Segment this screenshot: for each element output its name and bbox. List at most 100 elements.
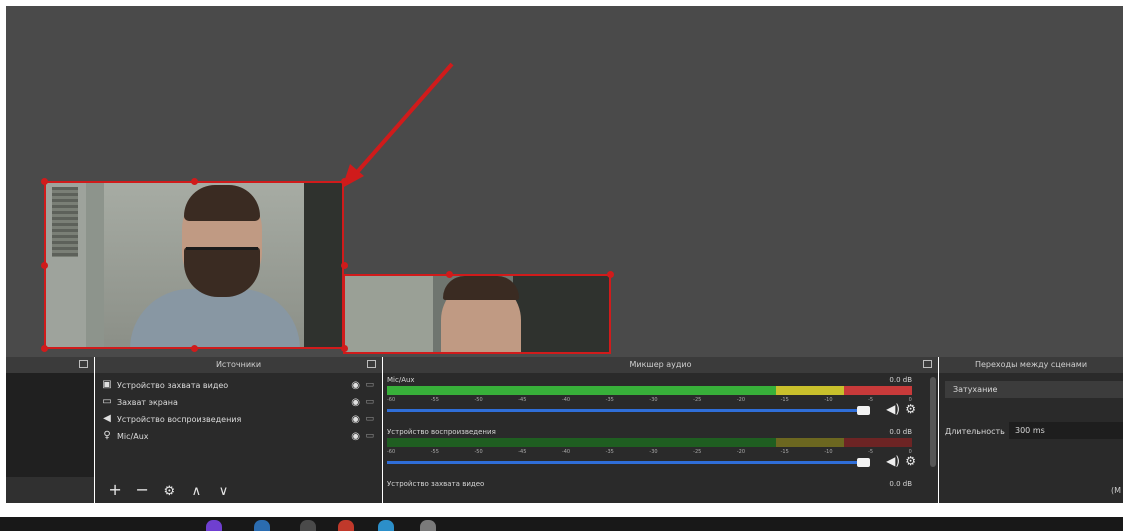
meter-tick-label: -55 [430, 449, 439, 455]
meter-tick-label: -15 [780, 449, 789, 455]
lock-icon[interactable]: ▭ [365, 394, 374, 411]
meter-tick-label: -60 [387, 397, 396, 403]
scenes-dock [6, 357, 94, 503]
eye-icon[interactable]: ◉ [351, 411, 360, 428]
resize-handle[interactable] [41, 345, 48, 352]
sources-title: Источники [215, 360, 262, 369]
mixer-channel-playback: Устройство воспроизведения 0.0 dB -60 -55… [387, 428, 916, 468]
speaker-icon: ◀ [103, 413, 111, 424]
eye-icon[interactable]: ◉ [351, 428, 360, 445]
meter-tick-label: -60 [387, 449, 396, 455]
meter-tick-label: -30 [649, 449, 658, 455]
gear-icon[interactable]: ⚙ [905, 402, 916, 416]
meter-tick-label: -50 [474, 397, 483, 403]
undock-icon[interactable] [923, 360, 932, 368]
resize-handle[interactable] [341, 178, 348, 185]
resize-handle[interactable] [341, 262, 348, 269]
sources-toolbar: + − ⚙ ∧ ∨ [95, 477, 382, 503]
undock-icon[interactable] [79, 360, 88, 368]
volume-meter [387, 438, 912, 447]
resize-handle[interactable] [446, 271, 453, 278]
preview-canvas[interactable] [6, 6, 1123, 357]
microphone-icon: ♀ [103, 430, 111, 441]
app-icon[interactable] [378, 520, 394, 531]
lock-icon[interactable]: ▭ [365, 377, 374, 394]
source-item-video-capture[interactable]: ▣ Устройство захвата видео ◉ ▭ [95, 377, 382, 394]
transitions-dock-title: Переходы между сценами [939, 357, 1123, 373]
scenes-dock-header [6, 357, 94, 373]
meter-tick-label: -35 [605, 449, 614, 455]
lock-icon[interactable]: ▭ [365, 428, 374, 445]
resize-handle[interactable] [191, 178, 198, 185]
mixer-dock-title: Микшер аудио [383, 357, 938, 373]
source-properties-button[interactable]: ⚙ [158, 479, 180, 505]
gear-icon[interactable]: ⚙ [905, 454, 916, 468]
resize-handle[interactable] [41, 178, 48, 185]
resize-handle[interactable] [191, 345, 198, 352]
move-down-button[interactable]: ∨ [212, 479, 234, 505]
meter-tick-label: -40 [561, 397, 571, 403]
sources-dock: Источники ▣ Устройство захвата видео ◉ ▭… [95, 357, 382, 503]
source-item-playback-device[interactable]: ◀ Устройство воспроизведения ◉ ▭ [95, 411, 382, 428]
meter-tick-label: -20 [736, 397, 746, 403]
monitor-icon: ▭ [102, 396, 112, 407]
mixer-channel-mic: Mic/Aux 0.0 dB -60 -55 -50 -45 -40 -35 -30 -25-… [387, 376, 916, 416]
meter-tick-label: -25 [693, 449, 702, 455]
audio-mixer-dock: Микшер аудио Mic/Aux 0.0 dB -60 -55 -50 -45… [383, 357, 938, 503]
resize-handle[interactable] [341, 345, 348, 352]
speaker-icon[interactable]: ◀) [886, 402, 900, 416]
meter-tick-label: -20 [736, 449, 746, 455]
meter-tick-label: -45 [518, 397, 527, 403]
meter-tick-label: -5 [868, 449, 874, 455]
scenes-list[interactable] [6, 373, 94, 477]
mixer-channel-video-capture: Устройство захвата видео 0.0 dB [387, 480, 912, 488]
taskbar [0, 517, 1123, 531]
volume-slider-handle[interactable] [857, 406, 870, 415]
lock-icon[interactable]: ▭ [365, 411, 374, 428]
meter-tick-label: -15 [780, 397, 789, 403]
meter-tick-label: -10 [824, 397, 833, 403]
speaker-icon[interactable]: ◀) [886, 454, 900, 468]
app-icon[interactable] [300, 520, 316, 531]
source-item-mic-aux[interactable]: ♀ Mic/Aux ◉ ▭ [95, 428, 382, 445]
meter-ticks: -60 -55 -50 -45 -40 -35 -30 -25 -20 -15 -10 -5 0 [387, 397, 912, 403]
volume-slider-handle[interactable] [857, 458, 870, 467]
meter-tick-label: -50 [474, 449, 483, 455]
mixer-title: Микшер аудио [629, 360, 692, 369]
add-source-button[interactable]: + [104, 477, 126, 503]
meter-tick-label: -30 [649, 397, 658, 403]
resize-handle[interactable] [41, 262, 48, 269]
meter-tick-label: -45 [518, 449, 527, 455]
selection-box-2[interactable] [343, 274, 611, 354]
meter-tick-label: -40 [561, 449, 571, 455]
app-icon[interactable] [338, 520, 354, 531]
meter-tick-label: -35 [605, 397, 614, 403]
volume-slider[interactable] [387, 409, 870, 412]
meter-ticks: -60 -55 -50 -45 -40 -35 -30 -25 -20 -15 -10 -5 0 [387, 449, 912, 455]
volume-meter [387, 386, 912, 395]
mixer-channels: Mic/Aux 0.0 dB -60 -55 -50 -45 -40 -35 -30 -25-… [383, 375, 928, 503]
app-icon[interactable] [206, 520, 222, 531]
camera-icon: ▣ [102, 379, 112, 390]
meter-tick-label: -25 [693, 397, 702, 403]
source-item-screen-capture[interactable]: ▭ Захват экрана ◉ ▭ [95, 394, 382, 411]
undock-icon[interactable] [367, 360, 376, 368]
remove-source-button[interactable]: − [131, 477, 153, 503]
duration-label: Длительность [945, 427, 1005, 436]
move-up-button[interactable]: ∧ [185, 479, 207, 505]
duration-input[interactable]: 300 ms [1009, 422, 1123, 439]
selection-box[interactable] [44, 181, 344, 349]
transition-type-select[interactable]: Затухание [945, 381, 1123, 398]
mixer-scrollbar[interactable] [930, 377, 936, 467]
sources-list[interactable]: ▣ Устройство захвата видео ◉ ▭ ▭ Захват … [95, 377, 382, 445]
meter-tick-label: -10 [824, 449, 833, 455]
meter-tick-label: -55 [430, 397, 439, 403]
eye-icon[interactable]: ◉ [351, 377, 360, 394]
resize-handle[interactable] [607, 271, 614, 278]
volume-slider[interactable] [387, 461, 870, 464]
eye-icon[interactable]: ◉ [351, 394, 360, 411]
obs-app-icon[interactable] [420, 520, 436, 531]
app-icon[interactable] [254, 520, 270, 531]
meter-tick-label: -5 [868, 397, 874, 403]
transitions-title: Переходы между сценами [974, 360, 1088, 369]
